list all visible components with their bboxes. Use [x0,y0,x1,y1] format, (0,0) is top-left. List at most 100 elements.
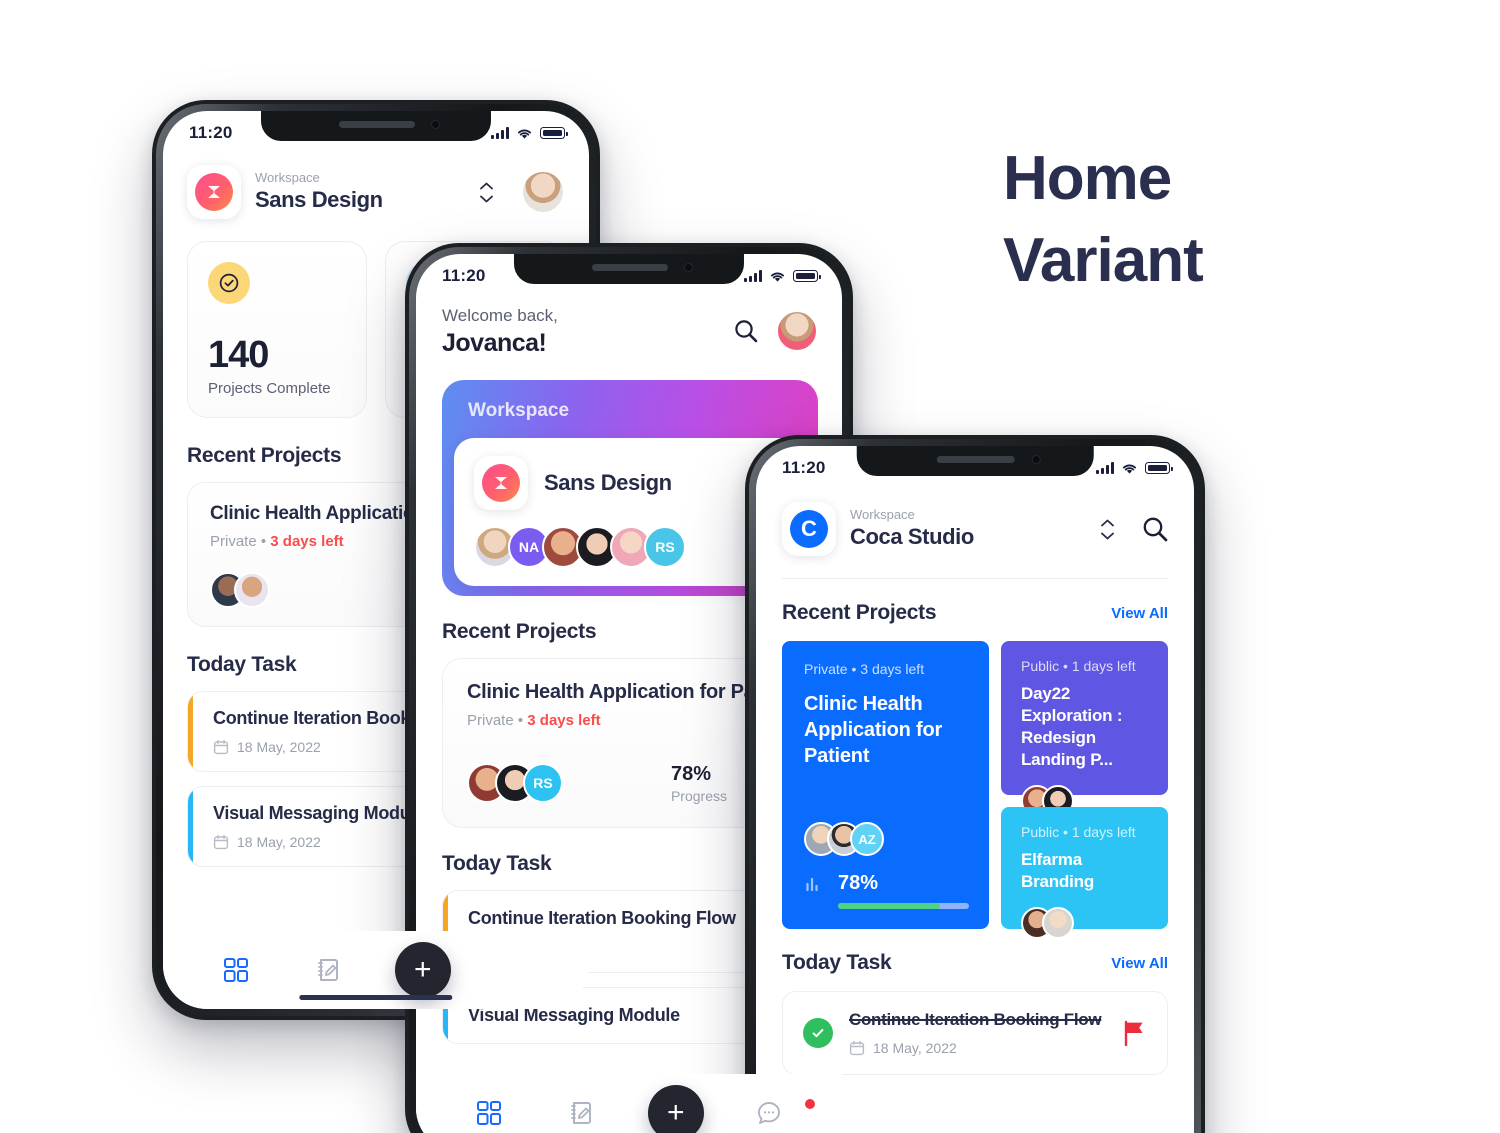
notes-edit-icon [318,959,339,981]
status-time: 11:20 [442,266,486,285]
project-card-secondary[interactable]: Public • 1 days left Elfarma Branding [1001,807,1168,940]
project-visibility: Private [467,712,514,729]
battery-icon [1145,462,1173,474]
tab-dashboard[interactable] [189,956,283,984]
plus-icon: + [394,942,451,998]
workspace-name: Sans Design [544,470,672,496]
chevron-down-icon [480,195,493,202]
view-all-recent-projects-link[interactable]: View All [1111,605,1168,622]
battery-icon [540,127,568,139]
workspace-switch-button[interactable] [480,182,493,203]
home-indicator [299,995,453,1000]
page-title: Home Variant [1003,138,1204,303]
recent-projects-header: Recent Projects View All [756,579,1194,625]
avatar-initials: AZ [850,822,884,856]
task-date-text: 18 May, 2022 [237,834,321,850]
task-date: 18 May, 2022 [849,1040,1101,1056]
project-member-avatars[interactable] [1021,907,1150,940]
page-title-line-2: Variant [1003,226,1204,296]
calendar-icon [849,1040,865,1056]
meta-separator: • [260,533,267,550]
meta-separator: • [1063,824,1068,840]
workspace-label: Workspace [255,170,320,186]
task-body: Continue Iteration Booking Flow 18 May, … [849,1010,1102,1056]
cellular-bars-icon [491,127,509,139]
grid-dashboard-icon [476,1101,501,1125]
project-percent: 78% [838,872,879,894]
projects-side-column: Public • 1 days left Day22 Exploration :… [1001,641,1168,940]
tab-chat[interactable] [723,1097,817,1127]
search-icon[interactable] [1140,514,1170,544]
add-button[interactable]: + [629,1085,723,1133]
task-row[interactable]: Continue Iteration Booking Flow 18 May, … [782,991,1168,1075]
cellular-bars-icon [1096,462,1114,474]
project-member-avatars[interactable]: AZ [804,822,969,856]
project-due: 3 days left [860,661,925,677]
tab-dashboard[interactable] [442,1099,536,1127]
sans-design-logo-icon [195,173,233,211]
coca-studio-logo-icon: C [790,510,828,548]
project-meta: Private • 3 days left [804,661,969,677]
workspace-name: Sans Design [255,187,383,213]
tab-notes[interactable] [283,956,377,984]
project-due: 3 days left [527,712,601,729]
project-card-secondary[interactable]: Public • 1 days left Day22 Exploration :… [1001,641,1168,818]
avatar[interactable] [521,170,565,214]
workspace-header[interactable]: C Workspace Coca Studio [756,480,1194,556]
workspace-label: Workspace [468,400,570,421]
workspace-header[interactable]: Workspace Sans Design [163,145,589,219]
view-all-today-task-link[interactable]: View All [1111,955,1168,972]
projects-grid: Private • 3 days left Clinic Health Appl… [756,625,1194,940]
avatar [234,572,270,608]
flag-icon[interactable] [1123,1020,1147,1046]
status-icons [491,127,568,140]
wifi-icon [771,272,784,282]
bar-chart-icon [806,877,818,891]
poster-canvas: Home Variant 11:20 Workspace Sans Design… [0,0,1500,1133]
add-button[interactable]: + [376,942,470,998]
search-icon[interactable] [732,317,760,345]
workspace-switch-button[interactable] [1101,519,1114,540]
stat-value: 140 [208,334,269,376]
project-progress: 78% [804,872,969,895]
task-title: Visual Messaging Modu [213,803,411,823]
header-actions [1101,514,1170,544]
progress-bar [838,903,969,909]
project-percent: 78% [670,762,711,785]
chevron-up-icon [480,182,493,189]
workspace-logo-tile [187,165,241,219]
stat-card-projects-complete[interactable]: 140 Projects Complete [187,241,367,418]
project-visibility: Public [1021,658,1060,674]
battery-icon [793,270,821,282]
task-date: 18 May, 2022 [213,834,410,850]
meta-separator: • [1063,658,1068,674]
status-icons [744,270,821,283]
chat-bubble-icon [758,1102,781,1124]
project-member-avatars[interactable]: RS [467,763,563,803]
avatar-initials: RS [523,763,563,803]
workspace-label: Workspace [850,507,915,523]
tab-notes[interactable] [536,1099,630,1127]
project-title: Clinic Health Application for Patient [804,693,943,767]
project-member-avatars[interactable] [210,572,270,608]
project-card-primary[interactable]: Private • 3 days left Clinic Health Appl… [782,641,989,929]
card-spacer [804,769,969,822]
avatar-initials: RS [644,526,686,568]
calendar-icon [213,739,229,755]
header-actions [732,306,818,352]
workspace-logo-tile: C [782,502,836,556]
status-time: 11:20 [189,123,233,142]
check-circle-filled-icon[interactable] [803,1018,833,1048]
user-name: Jovanca! [442,329,547,357]
wifi-icon [518,129,531,139]
greeting-line: Welcome back, [442,306,558,325]
workspace-text: Workspace Coca Studio [850,507,974,550]
workspace-identity: Sans Design [474,456,786,510]
grid-dashboard-icon [223,958,248,982]
avatar[interactable] [776,310,818,352]
workspace-name: Coca Studio [850,524,974,550]
phone-screen-right: 11:20 C Workspace Coca Studio Recent Pro… [756,446,1194,1133]
page-title-line-1: Home [1003,144,1172,213]
meta-separator: • [517,712,524,729]
workspace-member-avatars[interactable]: NA RS [474,526,786,568]
